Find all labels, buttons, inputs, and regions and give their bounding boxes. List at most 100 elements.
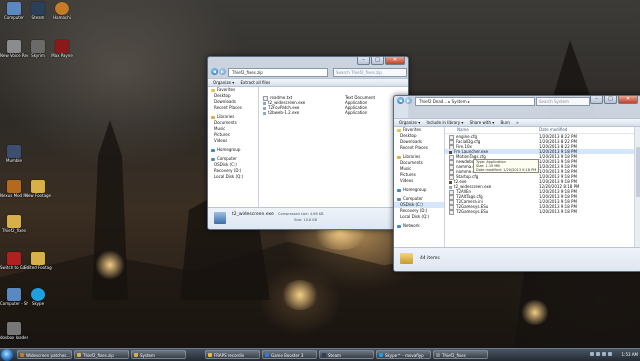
file-row[interactable]: t2bweb-1.2.exe Application: [259, 110, 408, 115]
taskbar-item-steam[interactable]: Steam: [319, 350, 374, 359]
file-icon: [7, 40, 21, 53]
taskbar-item-thief2-fixes[interactable]: Thief2_fixes: [433, 350, 488, 359]
share-with-button[interactable]: Share with ▾: [470, 120, 495, 125]
search-input[interactable]: Search Thief2_fixes.zip: [333, 68, 407, 77]
desktop-icon-hamachi[interactable]: Hamachi: [48, 2, 76, 28]
back-icon[interactable]: ◀: [397, 97, 404, 104]
tray-icon[interactable]: [602, 352, 606, 356]
file-list: readme.txt Text Document t2_widescreen.ex…: [259, 87, 408, 207]
network-icon: [397, 224, 401, 228]
details-size: Size: 10.8 KB: [294, 218, 318, 222]
system-tray-icons: [590, 352, 612, 356]
explorer-window-system[interactable]: ◀ ▶ Thief2 Dead... ▸ System ▸ Search Sys…: [393, 95, 640, 272]
extract-all-button[interactable]: Extract all files: [240, 80, 270, 85]
back-icon[interactable]: ◀: [211, 68, 218, 75]
address-bar[interactable]: Thief2_fixes.zip: [228, 68, 328, 77]
nav-local-disk[interactable]: Local Disk (Q:): [208, 174, 258, 180]
file-icon: [449, 209, 454, 215]
tray-icon[interactable]: [596, 352, 600, 356]
vertical-scrollbar[interactable]: [634, 127, 640, 247]
explorer-window-zip[interactable]: – □ ✕ ◀ ▶ Thief2_fixes.zip Search Thief2…: [207, 56, 409, 230]
include-in-library-button[interactable]: Include in library ▾: [426, 120, 463, 125]
folder-icon: [134, 353, 138, 357]
file-row[interactable]: T2Gamesys.ESu 1/20/2013 9:18 PM: [445, 209, 634, 215]
column-name[interactable]: Name: [457, 127, 469, 133]
skyrim-icon: [31, 40, 45, 53]
library-icon: [211, 115, 215, 119]
navigation-pane: Favorites Desktop Downloads Recent Place…: [394, 127, 445, 247]
taskbar-item-game-booster[interactable]: Game Booster 3: [262, 350, 317, 359]
minimize-icon[interactable]: –: [357, 57, 370, 65]
command-bar: Organize ▾ Extract all files: [208, 78, 408, 87]
address-bar[interactable]: Thief2 Dead... ▸ System ▸: [415, 97, 535, 106]
fraps-icon: [208, 353, 212, 357]
organize-button[interactable]: Organize ▾: [213, 80, 234, 85]
search-input[interactable]: Search System: [536, 97, 590, 106]
file-rows: engine.cfg 1/20/2013 8:22 PM FacialDg.cfg…: [445, 134, 634, 215]
library-icon: [397, 155, 401, 159]
more-button[interactable]: »: [516, 120, 518, 125]
clock[interactable]: 1:53 AM: [622, 349, 638, 361]
computer-icon: [7, 2, 21, 15]
file-tooltip: Type: Application Size: 1.19 MB Date mod…: [473, 159, 540, 173]
game-booster-icon: [265, 353, 269, 357]
taskbar-item-system[interactable]: System: [131, 350, 186, 359]
desktop-icon-thief2-fixes[interactable]: Thief2_fixes: [0, 215, 28, 241]
navigation-pane: Favorites Desktop Downloads Recent Place…: [208, 87, 259, 207]
computer-icon: [7, 288, 21, 301]
taskbar-item-thief2-fixes-zip[interactable]: Thief2_fixes.zip: [74, 350, 129, 359]
nav-videos[interactable]: Videos: [394, 178, 444, 184]
nav-network[interactable]: Network: [394, 223, 444, 229]
title-bar[interactable]: – □ ✕: [208, 57, 408, 67]
burn-button[interactable]: Burn: [501, 120, 510, 125]
organize-button[interactable]: Organize ▾: [399, 120, 420, 125]
details-pane: t2_widescreen.exe Compressed size: 4.86 …: [208, 207, 408, 229]
desktop-icon-edited-footage[interactable]: Edited Footage: [24, 252, 52, 278]
mumble-icon: [7, 145, 21, 158]
scrollbar-thumb[interactable]: [636, 147, 640, 197]
tray-icon[interactable]: [590, 352, 594, 356]
computer-icon: [397, 197, 401, 201]
steam-icon: [322, 353, 326, 357]
gamma-icon: [7, 252, 21, 265]
tray-icon[interactable]: [608, 352, 612, 356]
taskbar-item-widescreen-patches[interactable]: Widescreen patches...: [17, 350, 72, 359]
desktop-icon-max-payne[interactable]: Max Payne: [48, 40, 76, 66]
nav-videos[interactable]: Videos: [208, 138, 258, 144]
skype-icon: [379, 353, 383, 357]
forward-icon[interactable]: ▶: [405, 97, 412, 104]
browser-icon: [20, 353, 24, 357]
maximize-icon[interactable]: □: [371, 57, 384, 65]
folder-icon: [7, 215, 21, 228]
title-bar[interactable]: ◀ ▶ Thief2 Dead... ▸ System ▸ Search Sys…: [394, 96, 640, 106]
desktop-icon-mumble[interactable]: Mumble: [0, 145, 28, 171]
max-payne-icon: [55, 40, 69, 53]
hamachi-icon: [55, 2, 69, 15]
close-icon[interactable]: ✕: [385, 57, 405, 65]
desktop-icon-new-footage[interactable]: New Footage: [24, 180, 52, 206]
window-controls: – □ ✕: [357, 57, 405, 65]
nav-recent-places[interactable]: Recent Places: [394, 145, 444, 151]
taskbar-item-skype[interactable]: Skype™ - movaflyp: [376, 350, 431, 359]
taskbar-item-fraps[interactable]: FRAPS recordin: [205, 350, 260, 359]
nav-homegroup[interactable]: Homegroup: [208, 147, 258, 153]
steam-icon: [31, 2, 45, 15]
minimize-icon[interactable]: –: [590, 96, 603, 104]
homegroup-icon: [211, 148, 215, 152]
nav-local-disk[interactable]: Local Disk (Q:): [394, 214, 444, 220]
desktop-icon-dosbox-loader[interactable]: dosbox loader - Shortcut: [0, 322, 28, 348]
column-date-modified[interactable]: Date modified: [539, 127, 567, 133]
nav-homegroup[interactable]: Homegroup: [394, 187, 444, 193]
forward-icon[interactable]: ▶: [219, 68, 226, 75]
exe-icon: [263, 111, 266, 115]
maximize-icon[interactable]: □: [604, 96, 617, 104]
item-count: 44 items: [420, 256, 440, 261]
star-icon: [397, 128, 401, 132]
desktop-icon-skype[interactable]: Skype: [24, 288, 52, 314]
close-icon[interactable]: ✕: [618, 96, 638, 104]
star-icon: [211, 88, 215, 92]
start-button[interactable]: [1, 349, 13, 361]
taskbar: Widescreen patches... Thief2_fixes.zip S…: [0, 348, 640, 361]
nav-recent-places[interactable]: Recent Places: [208, 105, 258, 111]
folder-icon: [31, 180, 45, 193]
